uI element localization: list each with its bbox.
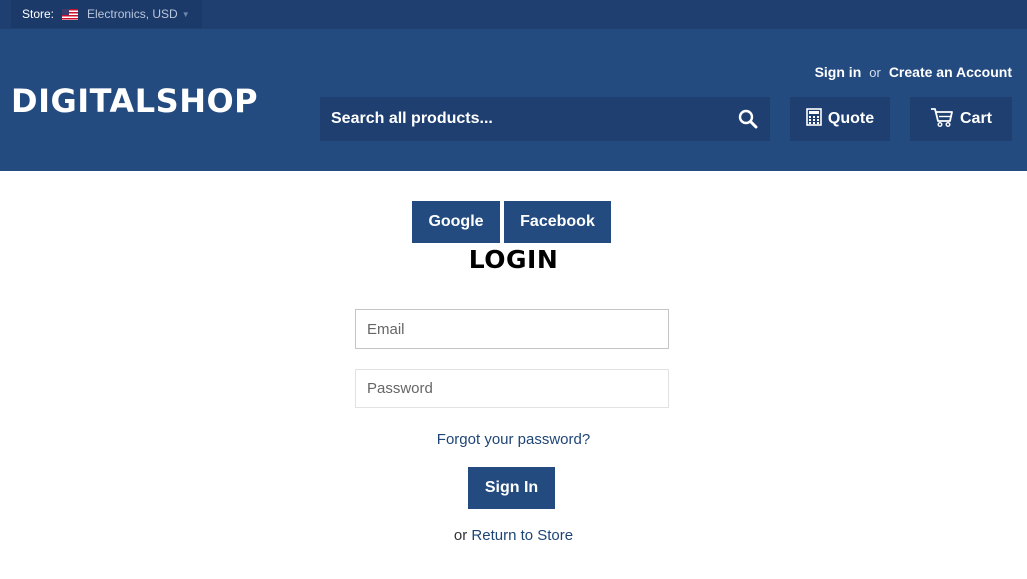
page-title: LOGIN [468, 245, 559, 274]
create-account-link[interactable]: Create an Account [889, 64, 1012, 80]
search-box[interactable]: Search all products... [320, 97, 770, 141]
store-selector[interactable]: Store: Electronics, USD ▼ [11, 0, 202, 28]
site-logo[interactable]: DIGITALSHOP [11, 82, 258, 120]
google-login-button[interactable]: Google [412, 201, 500, 243]
search-input[interactable]: Search all products... [331, 110, 726, 128]
site-header: DIGITALSHOP Sign in or Create an Account S… [0, 29, 1027, 171]
sign-in-button[interactable]: Sign In [468, 467, 555, 509]
cart-icon [930, 107, 960, 132]
search-icon[interactable] [726, 97, 770, 141]
quote-button[interactable]: Quote [790, 97, 890, 141]
chevron-down-icon: ▼ [181, 9, 190, 19]
return-to-store-link[interactable]: Return to Store [471, 527, 573, 544]
store-label: Store: [22, 7, 55, 21]
store-value: Electronics, USD [87, 7, 178, 21]
facebook-login-button[interactable]: Facebook [504, 201, 611, 243]
quote-label: Quote [827, 110, 875, 127]
or-separator: or [869, 65, 881, 80]
forgot-password-link[interactable]: Forgot your password? [437, 431, 590, 448]
sign-in-link[interactable]: Sign in [815, 64, 862, 80]
store-bar: Store: Electronics, USD ▼ [0, 0, 1027, 29]
email-field[interactable] [355, 309, 669, 349]
calculator-icon [806, 107, 828, 131]
cart-label: Cart [959, 110, 992, 127]
return-prefix: or [453, 527, 468, 544]
account-links: Sign in or Create an Account [815, 64, 1012, 80]
password-field[interactable] [355, 369, 669, 408]
us-flag-icon [62, 8, 79, 20]
cart-button[interactable]: Cart [910, 97, 1012, 141]
forgot-password-row: Forgot your password? [0, 431, 1027, 448]
return-row: or Return to Store [0, 527, 1027, 544]
